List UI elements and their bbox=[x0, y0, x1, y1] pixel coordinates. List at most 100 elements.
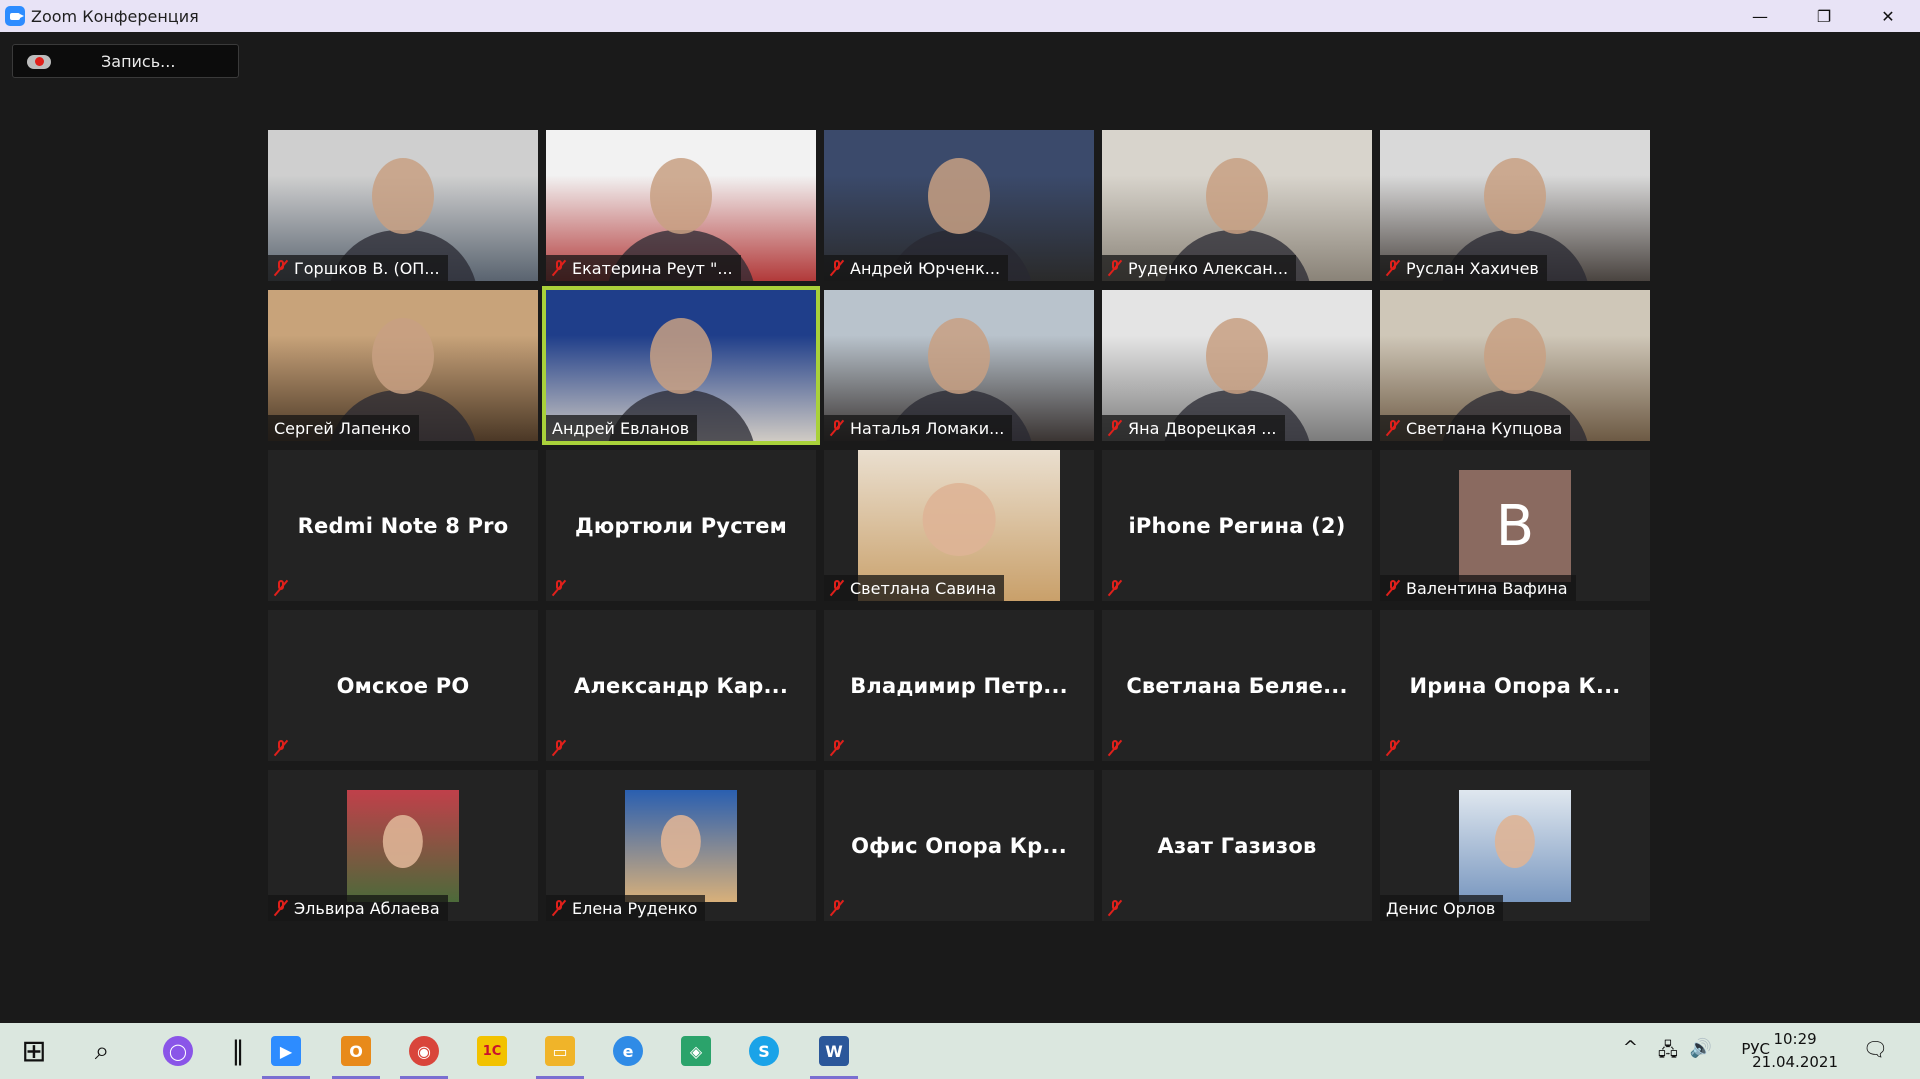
participant-tile[interactable]: Александр Кар... bbox=[546, 610, 816, 761]
participant-tile[interactable]: Эльвира Аблаева bbox=[268, 770, 538, 921]
muted-mic-icon bbox=[830, 739, 844, 757]
participant-label: Светлана Купцова bbox=[1380, 415, 1571, 441]
minimize-button[interactable]: — bbox=[1728, 0, 1792, 32]
muted-mic-icon bbox=[1108, 579, 1122, 597]
participant-tile[interactable]: Офис Опора Кр... bbox=[824, 770, 1094, 921]
participant-label: Руденко Алексан... bbox=[1102, 255, 1297, 281]
participant-tile[interactable]: Яна Дворецкая ... bbox=[1102, 290, 1372, 441]
taskbar-outlook-button[interactable]: O bbox=[328, 1023, 384, 1079]
taskbar-search-button[interactable]: ⌕ bbox=[74, 1023, 130, 1079]
participant-tile[interactable]: Елена Руденко bbox=[546, 770, 816, 921]
muted-mic-icon bbox=[1386, 419, 1400, 437]
participant-label: Руслан Хахичев bbox=[1380, 255, 1547, 281]
participant-name: Елена Руденко bbox=[572, 898, 698, 918]
participant-display-name: Офис Опора Кр... bbox=[851, 833, 1067, 858]
taskbar-ie-button[interactable]: e bbox=[600, 1023, 656, 1079]
participant-name: Светлана Савина bbox=[850, 578, 997, 598]
volume-icon[interactable]: 🔊 bbox=[1690, 1038, 1712, 1059]
participant-name: Андрей Юрченк... bbox=[850, 258, 1001, 278]
close-button[interactable]: ✕ bbox=[1856, 0, 1920, 32]
clock-time: 10:29 bbox=[1773, 1030, 1817, 1048]
divider-icon: ‖ bbox=[231, 1036, 245, 1066]
participant-tile[interactable]: Сергей Лапенко bbox=[268, 290, 538, 441]
participant-label: Эльвира Аблаева bbox=[268, 895, 448, 921]
participant-tile[interactable]: Андрей Евланов bbox=[542, 286, 820, 445]
taskbar-explorer-button[interactable]: ▭ bbox=[532, 1023, 588, 1079]
muted-mic-icon bbox=[1108, 259, 1122, 277]
cloud-record-icon bbox=[27, 52, 51, 70]
start-icon: ⊞ bbox=[21, 1033, 47, 1069]
participant-label: Наталья Ломаки... bbox=[824, 415, 1013, 441]
word-icon: W bbox=[819, 1036, 849, 1066]
taskbar-word-button[interactable]: W bbox=[806, 1023, 862, 1079]
1c-icon: 1С bbox=[477, 1036, 507, 1066]
participant-tile[interactable]: Светлана Беляе... bbox=[1102, 610, 1372, 761]
participant-label: Светлана Савина bbox=[824, 575, 1005, 601]
participant-name: Наталья Ломаки... bbox=[850, 418, 1005, 438]
network-icon[interactable]: 🖧 bbox=[1658, 1038, 1678, 1068]
muted-mic-icon bbox=[1386, 739, 1400, 757]
muted-mic-icon bbox=[1386, 259, 1400, 277]
muted-mic-icon bbox=[830, 259, 844, 277]
participant-label: Денис Орлов bbox=[1380, 895, 1504, 921]
participant-silhouette bbox=[1494, 814, 1536, 869]
cortana-icon: ◯ bbox=[163, 1036, 193, 1066]
participant-tile[interactable]: Денис Орлов bbox=[1380, 770, 1650, 921]
chrome-icon: ◉ bbox=[409, 1036, 439, 1066]
participant-name: Сергей Лапенко bbox=[274, 418, 411, 438]
taskbar-zoom-button[interactable]: ▶ bbox=[258, 1023, 314, 1079]
participant-label bbox=[1102, 735, 1136, 761]
participant-label bbox=[268, 575, 302, 601]
participant-tile[interactable]: iPhone Регина (2) bbox=[1102, 450, 1372, 601]
notifications-icon[interactable]: 🗨 bbox=[1863, 1037, 1888, 1061]
participant-tile[interactable]: Руслан Хахичев bbox=[1380, 130, 1650, 281]
participant-label: Екатерина Реут "... bbox=[546, 255, 741, 281]
participant-tile[interactable]: Наталья Ломаки... bbox=[824, 290, 1094, 441]
participant-tile[interactable]: Азат Газизов bbox=[1102, 770, 1372, 921]
participant-name: Денис Орлов bbox=[1386, 898, 1496, 918]
participant-tile[interactable]: Redmi Note 8 Pro bbox=[268, 450, 538, 601]
explorer-icon: ▭ bbox=[545, 1036, 575, 1066]
taskbar-1c-button[interactable]: 1С bbox=[464, 1023, 520, 1079]
participant-tile[interactable]: Андрей Юрченк... bbox=[824, 130, 1094, 281]
participant-photo bbox=[625, 790, 737, 902]
participant-tile[interactable]: Горшков В. (ОП... bbox=[268, 130, 538, 281]
zoom-icon bbox=[5, 6, 25, 26]
participant-label: Валентина Вафина bbox=[1380, 575, 1576, 601]
participant-silhouette bbox=[1484, 318, 1546, 394]
participant-label: Елена Руденко bbox=[546, 895, 706, 921]
participant-tile[interactable]: Екатерина Реут "... bbox=[546, 130, 816, 281]
taskbar-chrome-button[interactable]: ◉ bbox=[396, 1023, 452, 1079]
participant-tile[interactable]: Владимир Петр... bbox=[824, 610, 1094, 761]
participant-display-name: Азат Газизов bbox=[1157, 833, 1317, 858]
muted-mic-icon bbox=[830, 899, 844, 917]
restore-button[interactable]: ❐ bbox=[1792, 0, 1856, 32]
participant-tile[interactable]: Светлана Савина bbox=[824, 450, 1094, 601]
clock-date: 21.04.2021 bbox=[1752, 1053, 1838, 1071]
participant-name: Светлана Купцова bbox=[1406, 418, 1563, 438]
participant-silhouette bbox=[660, 814, 702, 869]
participant-display-name: Омское РО bbox=[336, 673, 470, 698]
muted-mic-icon bbox=[552, 579, 566, 597]
participant-tile[interactable]: В Валентина Вафина bbox=[1380, 450, 1650, 601]
taskbar-monitor-app-button[interactable]: ◈ bbox=[668, 1023, 724, 1079]
taskbar-start-button[interactable]: ⊞ bbox=[6, 1023, 62, 1079]
taskbar-skype-button[interactable]: S bbox=[736, 1023, 792, 1079]
ie-icon: e bbox=[613, 1036, 643, 1066]
muted-mic-icon bbox=[1108, 419, 1122, 437]
participant-tile[interactable]: Руденко Алексан... bbox=[1102, 130, 1372, 281]
recording-indicator[interactable]: Запись... bbox=[12, 44, 239, 78]
participant-silhouette bbox=[1484, 158, 1546, 234]
outlook-icon: O bbox=[341, 1036, 371, 1066]
muted-mic-icon bbox=[1386, 579, 1400, 597]
participant-tile[interactable]: Омское РО bbox=[268, 610, 538, 761]
participant-silhouette bbox=[650, 318, 712, 394]
tray-chevron-icon[interactable]: ^ bbox=[1623, 1037, 1638, 1058]
participant-tile[interactable]: Дюртюли Рустем bbox=[546, 450, 816, 601]
participant-silhouette bbox=[382, 814, 424, 869]
participant-tile[interactable]: Ирина Опора К... bbox=[1380, 610, 1650, 761]
muted-mic-icon bbox=[830, 579, 844, 597]
taskbar-cortana-button[interactable]: ◯ bbox=[150, 1023, 206, 1079]
clock[interactable]: 10:29 21.04.2021 bbox=[1752, 1028, 1838, 1074]
participant-tile[interactable]: Светлана Купцова bbox=[1380, 290, 1650, 441]
